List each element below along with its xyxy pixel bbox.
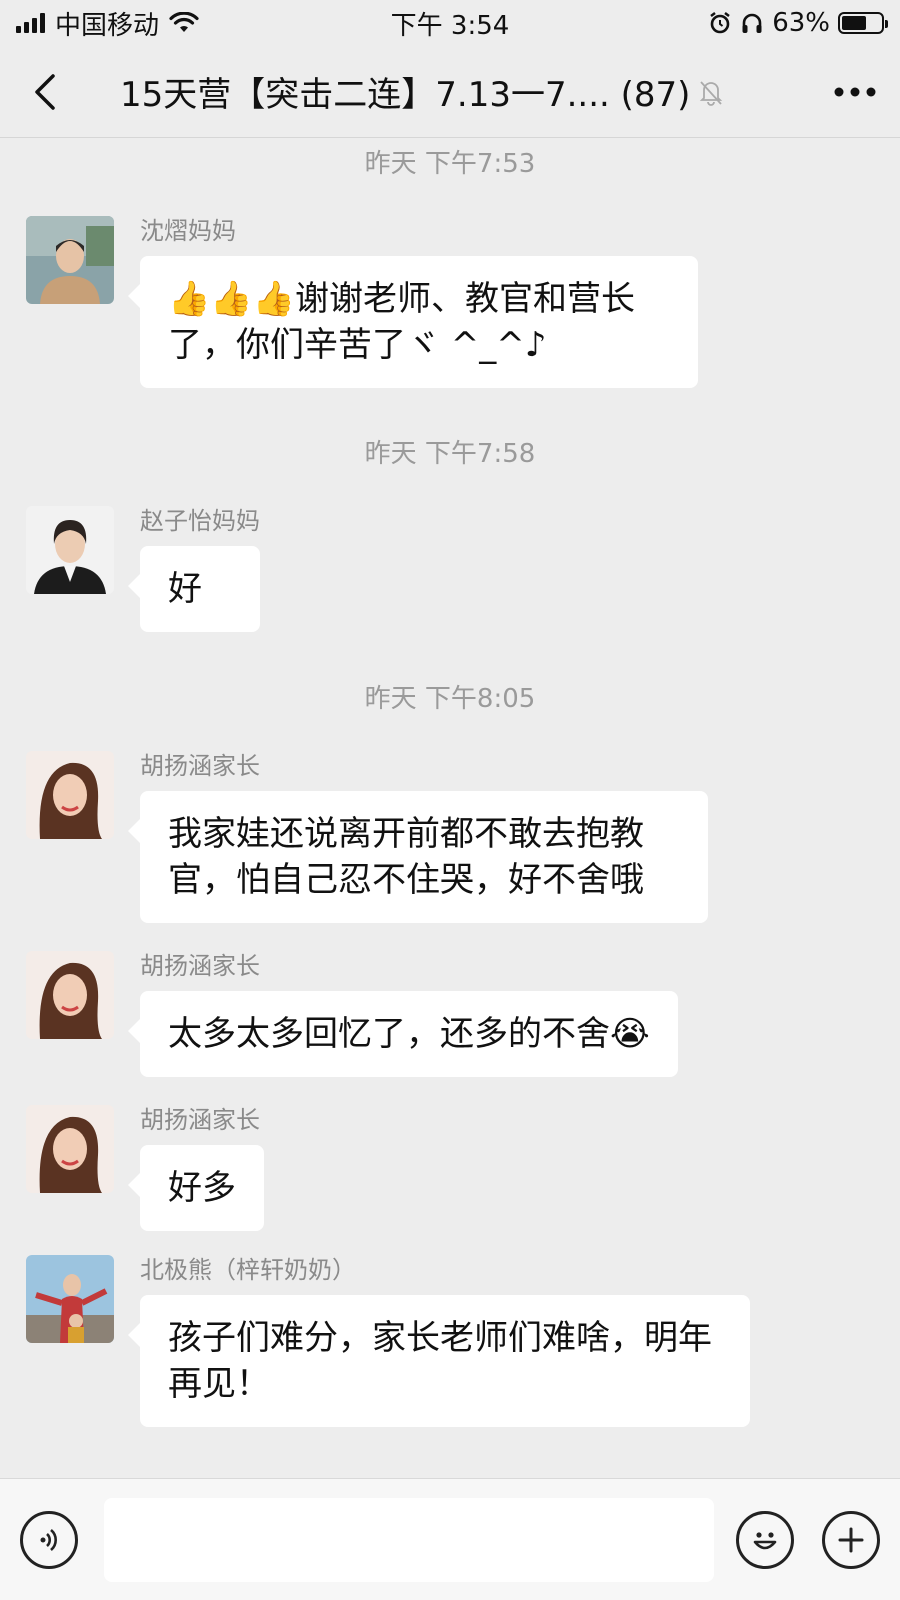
avatar[interactable] [26, 1255, 114, 1343]
emoji-icon [753, 1531, 777, 1549]
plus-icon [838, 1527, 864, 1552]
message-row: 北极熊（梓轩奶奶） 孩子们难分，家长老师们难啥，明年再见！ [26, 1255, 750, 1427]
input-bar [0, 1478, 900, 1600]
sender-name: 胡扬涵家长 [140, 752, 260, 780]
message-row: 沈熠妈妈 👍👍👍谢谢老师、教官和营长了，你们辛苦了ヾ ^_^♪ [26, 216, 698, 388]
avatar[interactable] [26, 216, 114, 304]
plus-button[interactable] [822, 1510, 880, 1569]
status-right: 63% [708, 8, 888, 38]
emoji-button[interactable] [736, 1510, 794, 1569]
timestamp: 昨天 下午7:58 [364, 439, 536, 469]
avatar[interactable] [26, 751, 114, 839]
message-row: 胡扬涵家长 太多太多回忆了，还多的不舍😭 [26, 951, 678, 1077]
sender-name: 赵子怡妈妈 [140, 507, 260, 535]
chat-title-text: 15天营【突击二连】7.13一7.... (87) [120, 75, 691, 115]
sender-name: 胡扬涵家长 [140, 952, 260, 980]
voice-icon [40, 1528, 57, 1551]
message-input[interactable] [104, 1497, 714, 1582]
timestamp: 昨天 下午8:05 [364, 684, 536, 714]
headphones-icon [742, 13, 762, 33]
alarm-icon [710, 12, 730, 34]
message-bubble[interactable]: 太多太多回忆了，还多的不舍😭 [128, 991, 678, 1077]
message-bubble[interactable]: 👍👍👍谢谢老师、教官和营长了，你们辛苦了ヾ ^_^♪ [128, 256, 698, 388]
message-row: 赵子怡妈妈 好 [26, 506, 260, 632]
battery-label: 63% [772, 8, 830, 38]
back-button[interactable] [0, 46, 90, 138]
status-left: 中国移动 [16, 5, 199, 42]
avatar[interactable] [26, 506, 114, 594]
bell-off-icon [700, 80, 723, 106]
message-row: 胡扬涵家长 我家娃还说离开前都不敢去抱教官，怕自己忍不住哭，好不舍哦 [26, 751, 708, 923]
message-bubble[interactable]: 好多 [128, 1145, 264, 1231]
chat-header: 15天营【突击二连】7.13一7.... (87) [0, 46, 900, 138]
more-horizontal-icon [834, 87, 876, 96]
chat-area[interactable]: 昨天 下午7:53 沈熠妈妈 👍👍👍谢谢老师、教官和营长了，你们辛苦了ヾ ^_^… [0, 139, 900, 1479]
message-bubble[interactable]: 好 [128, 546, 260, 632]
message-bubble[interactable]: 我家娃还说离开前都不敢去抱教官，怕自己忍不住哭，好不舍哦 [128, 791, 708, 923]
chat-title: 15天营【突击二连】7.13一7.... (87) [90, 67, 810, 116]
sender-name: 胡扬涵家长 [140, 1106, 260, 1134]
battery-icon [838, 12, 888, 34]
sender-name: 沈熠妈妈 [140, 217, 236, 245]
wifi-icon [169, 12, 199, 32]
sender-name: 北极熊（梓轩奶奶） [140, 1256, 356, 1284]
voice-button[interactable] [20, 1510, 78, 1569]
message-bubble[interactable]: 孩子们难分，家长老师们难啥，明年再见！ [128, 1295, 750, 1427]
chevron-left-icon [35, 73, 55, 110]
avatar[interactable] [26, 951, 114, 1039]
avatar[interactable] [26, 1105, 114, 1193]
signal-icon [16, 13, 45, 33]
status-bar: 中国移动 下午 3:54 63% [0, 0, 900, 46]
more-button[interactable] [810, 46, 900, 138]
message-row: 胡扬涵家长 好多 [26, 1105, 264, 1231]
timestamp: 昨天 下午7:53 [364, 149, 536, 179]
carrier-label: 中国移动 [55, 10, 160, 41]
